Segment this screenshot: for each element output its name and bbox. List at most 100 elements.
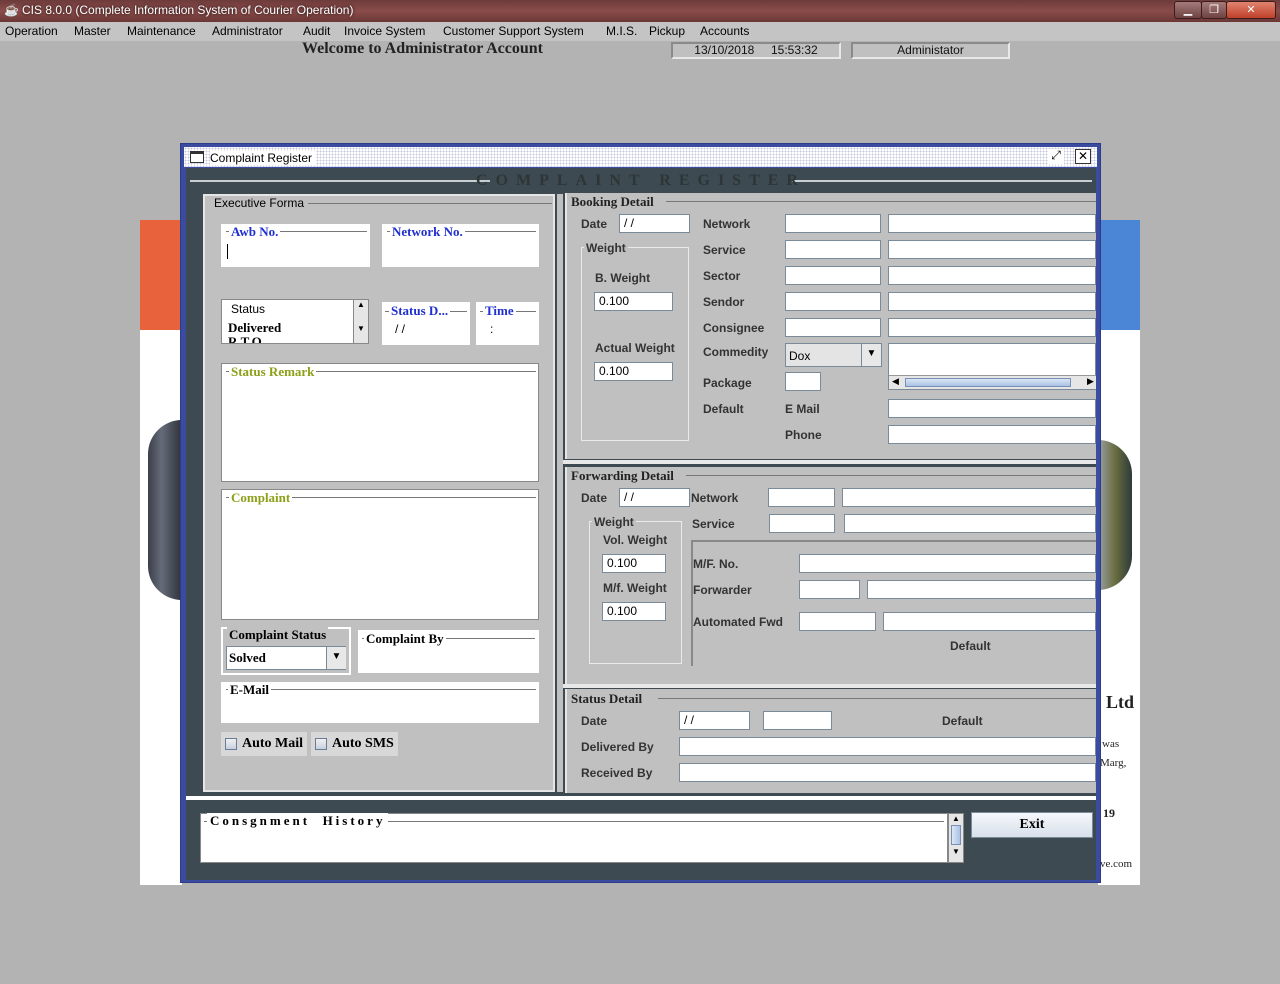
complaint-area[interactable] [221,489,539,620]
automated-fwd-code[interactable] [799,612,876,631]
vol-weight-input[interactable]: 0.100 [602,554,666,573]
booking-email-input[interactable] [888,399,1096,418]
booking-separator [563,460,1096,464]
mf-weight-label: M/f. Weight [603,581,667,595]
b-weight-input[interactable]: 0.100 [594,292,673,311]
status-detail-date-input[interactable]: / / [679,711,750,730]
fwd-network-name[interactable] [842,488,1096,507]
menu-administrator[interactable]: Administrator [212,24,283,38]
auto-sms-check[interactable] [315,738,327,750]
chevron-down-icon[interactable]: ▼ [326,647,346,669]
frame-close-button[interactable]: ✕ [1075,149,1091,164]
menu-master[interactable]: Master [74,24,111,38]
email-label: E-Mail [228,682,271,698]
forwarding-detail-rule [686,475,1096,476]
history-scrollbar[interactable]: ▲ ▼ [948,813,964,863]
menu-bar: Operation Master Maintenance Administrat… [0,22,1280,41]
status-remark-area[interactable] [221,363,539,482]
booking-sendor-name[interactable] [888,292,1096,311]
delivered-by-input[interactable] [679,737,1096,756]
complaint-status-combo[interactable]: Solved ▼ [226,646,346,670]
auto-sms-label: Auto SMS [332,736,394,751]
auto-sms-checkbox[interactable]: Auto SMS [311,732,398,756]
booking-service-name[interactable] [888,240,1096,259]
minimize-button[interactable]: ▁ [1174,1,1202,19]
chevron-down-icon[interactable]: ▼ [861,344,881,366]
exit-button[interactable]: Exit [971,812,1093,838]
time-input[interactable]: : [490,322,493,336]
maximize-button[interactable]: ❐ [1201,1,1227,19]
received-by-label: Received By [581,766,653,780]
scroll-up-icon[interactable]: ▲ [354,300,368,309]
commodity-combo[interactable]: Dox ▼ [785,343,882,367]
scroll-down-icon[interactable]: ▼ [354,324,368,333]
status-scrollbar[interactable]: ▲ ▼ [353,300,368,343]
fwd-service-code[interactable] [769,514,835,533]
register-heading: COMPLAINT REGISTER [476,172,806,189]
forwarder-label: Forwarder [693,583,752,597]
network-no-input[interactable] [386,240,536,262]
status-date-input[interactable]: / / [395,322,405,336]
forwarder-name[interactable] [867,580,1096,599]
status-detail-time-input[interactable] [763,711,832,730]
close-icon: ✕ [1077,149,1089,163]
forwarder-code[interactable] [799,580,860,599]
booking-consignee-name[interactable] [888,318,1096,337]
complaint-by-input[interactable] [362,648,535,670]
executive-forma-label: Executive Forma [212,196,307,210]
booking-detail-rule [666,201,1096,202]
booking-sector-code[interactable] [785,266,881,285]
awb-no-input[interactable] [227,244,228,259]
menu-audit[interactable]: Audit [303,24,330,38]
scroll-left-icon[interactable]: ◀ [892,376,899,387]
fwd-date-input[interactable]: / / [619,488,690,507]
auto-mail-checkbox[interactable]: Auto Mail [221,732,307,756]
booking-service-code[interactable] [785,240,881,259]
status-detail-header: Status Detail [571,691,643,706]
scroll-up-icon[interactable]: ▲ [949,814,963,823]
executive-forma-rule [308,203,552,204]
menu-invoice-system[interactable]: Invoice System [344,24,425,38]
menu-accounts[interactable]: Accounts [700,24,749,38]
booking-network-code[interactable] [785,214,881,233]
email-input[interactable] [226,698,536,720]
auto-mail-label: Auto Mail [242,736,304,751]
booking-package-input[interactable] [785,372,821,391]
expand-icon: ⤢ [1051,148,1061,162]
fwd-date-label: Date [581,491,608,505]
menu-operation[interactable]: Operation [5,24,58,38]
auto-mail-check[interactable] [225,738,237,750]
datetime-box: 13/10/2018 15:53:32 [671,42,841,59]
scroll-right-icon[interactable]: ▶ [1087,376,1094,387]
actual-weight-label: Actual Weight [595,341,675,355]
menu-maintenance[interactable]: Maintenance [127,24,196,38]
status-item-delivered[interactable]: Delivered [228,320,281,336]
booking-sendor-code[interactable] [785,292,881,311]
mf-weight-input[interactable]: 0.100 [602,602,666,621]
commodity-hscrollbar[interactable]: ◀ ▶ [889,375,1096,389]
hscroll-thumb[interactable] [905,378,1071,387]
frame-maximize-button[interactable]: ⤢ [1048,149,1064,164]
booking-sendor-label: Sendor [703,295,745,309]
booking-consignee-code[interactable] [785,318,881,337]
actual-weight-input[interactable]: 0.100 [594,362,673,381]
menu-customer-support[interactable]: Customer Support System [443,24,584,38]
close-button[interactable]: ✕ [1226,1,1276,19]
status-item-rto[interactable]: R.T.O. [228,335,348,343]
status-detail-default-label: Default [942,714,983,728]
automated-fwd-name[interactable] [883,612,1096,631]
scroll-down-icon[interactable]: ▼ [949,847,963,856]
complaint-by-label: Complaint By [364,631,446,647]
menu-pickup[interactable]: Pickup [649,24,685,38]
booking-sector-name[interactable] [888,266,1096,285]
received-by-input[interactable] [679,763,1096,782]
booking-network-name[interactable] [888,214,1096,233]
fwd-service-name[interactable] [844,514,1096,533]
booking-phone-input[interactable] [888,425,1096,444]
fwd-network-code[interactable] [768,488,835,507]
vscroll-thumb[interactable] [951,825,961,845]
mf-no-input[interactable] [799,554,1096,573]
menu-mis[interactable]: M.I.S. [606,24,637,38]
status-detail-rule [658,698,1096,699]
booking-date-input[interactable]: / / [619,214,690,233]
